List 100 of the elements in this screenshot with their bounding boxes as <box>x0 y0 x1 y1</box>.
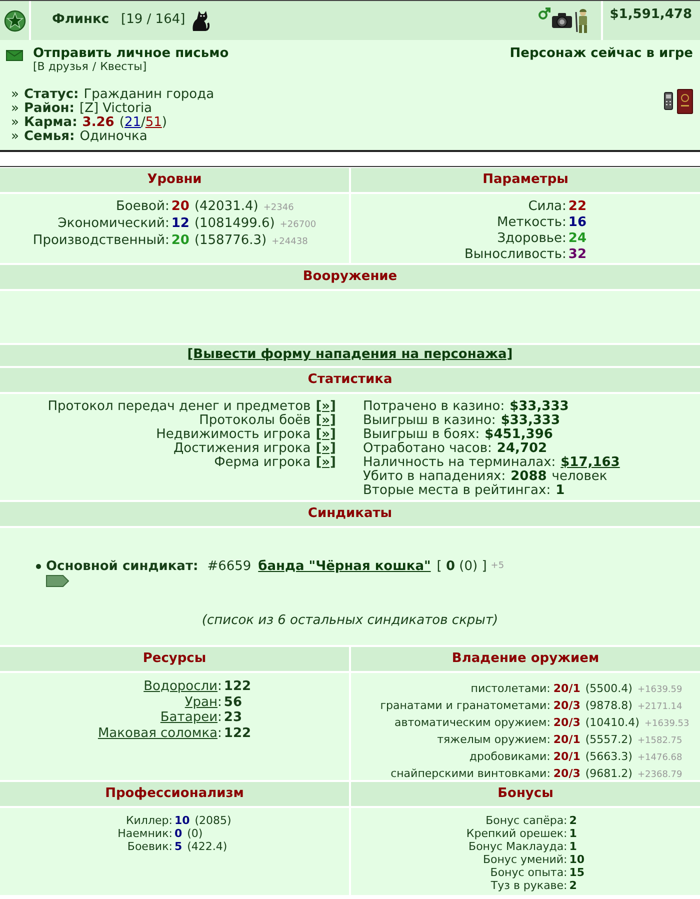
resource-link[interactable]: Маковая соломка <box>98 726 218 740</box>
stat-label: Наличность на терминалах: <box>363 456 556 470</box>
resource-amount: 122 <box>224 726 252 741</box>
bonus-label: Бонус Маклауда: <box>468 840 568 853</box>
punctuation-text: / <box>140 116 146 130</box>
profession-level: 10 <box>174 814 190 827</box>
profession-level: 5 <box>174 840 182 853</box>
gain-text: +2368.79 <box>637 769 682 782</box>
gain-text: +24438 <box>272 236 308 249</box>
points-text: (10410.4) <box>585 715 640 731</box>
colon-text: : <box>218 726 222 740</box>
points-text: (158776.3) <box>194 233 267 249</box>
stat-label: Экономический: <box>56 216 170 233</box>
stat-label: Убито в нападениях: <box>363 470 506 484</box>
section-header: Синдикаты <box>0 502 700 526</box>
resource-link[interactable]: Батареи <box>160 710 218 725</box>
bracket-text: [ <box>33 61 38 73</box>
stat-value: 24 <box>568 231 586 247</box>
member-count-text: [ 0 (0) ] <box>436 559 487 574</box>
colon-text: : <box>218 679 222 694</box>
stat-value: 2088 <box>510 470 547 484</box>
colon-text: : <box>218 694 222 710</box>
field-label: Район: <box>24 102 74 116</box>
protocol-label: Достижения игрока <box>174 441 311 456</box>
field-value: Одиночка <box>80 130 148 144</box>
section-header: Вооружение <box>0 265 700 289</box>
points-text: (5663.3) <box>585 749 632 765</box>
protocol-label: Ферма игрока <box>214 455 311 470</box>
gain-text: +5 <box>490 560 504 573</box>
field-label: Карма: <box>24 116 78 130</box>
section-header: Бонусы <box>351 782 700 806</box>
resource-link[interactable]: Водоросли <box>144 679 218 694</box>
details-link[interactable]: [»] <box>316 427 336 442</box>
details-link[interactable]: [»] <box>316 413 336 428</box>
resource-link[interactable]: Уран <box>184 694 218 710</box>
stat-value: $33,333 <box>500 414 560 428</box>
weapon-label: гранатами и гранатометами: <box>379 698 552 714</box>
syndicate-link[interactable]: банда "Чёрная кошка" <box>258 559 431 574</box>
section-header: Уровни <box>0 168 349 192</box>
resource-amount: 23 <box>224 710 242 726</box>
points-text: (1081499.6) <box>194 216 275 232</box>
stat-label: Производственный: <box>32 233 170 250</box>
weapon-label: тяжелым оружием: <box>436 732 552 748</box>
points-text: (42031.4) <box>194 199 258 215</box>
points-text: (5557.2) <box>585 732 632 748</box>
stat-value-link[interactable]: $17,163 <box>560 456 620 470</box>
protocol-label: Недвижимость игрока <box>156 427 311 442</box>
bonus-label: Бонус сапёра: <box>484 814 568 827</box>
mobile-phone-icon <box>664 92 673 110</box>
points-text: (9681.2) <box>585 766 632 782</box>
points-text: (9878.8) <box>585 698 632 714</box>
bonus-label: Туз в рукаве: <box>490 879 568 892</box>
quick-link[interactable]: В друзья <box>37 61 88 73</box>
profession-label: Наемник: <box>118 827 172 840</box>
cat-icon <box>190 10 210 32</box>
weapon-label: снайперскими винтовками: <box>390 766 552 782</box>
bonus-value: 2 <box>569 879 577 892</box>
points-text: (422.4) <box>187 840 228 853</box>
gain-text: +1476.68 <box>637 752 682 765</box>
vote-link[interactable]: 51 <box>145 116 162 130</box>
envelope-icon <box>6 50 23 61</box>
attack-form-link[interactable]: [Вывести форму нападения на персонажа] <box>187 348 513 363</box>
punctuation-text: ) <box>162 116 167 130</box>
field-label: Статус: <box>24 88 79 102</box>
profession-level: 0 <box>174 827 182 840</box>
stat-value: 1 <box>556 484 565 498</box>
stat-value: 22 <box>568 199 586 215</box>
list-marker: » <box>11 116 19 130</box>
tag-icon <box>46 575 69 587</box>
stat-value: 12 <box>171 216 190 232</box>
vote-link[interactable]: 21 <box>124 116 141 130</box>
bonus-value: 10 <box>569 853 585 866</box>
field-label: Семья: <box>24 130 75 144</box>
bonus-label: Бонус опыта: <box>489 866 568 879</box>
stat-label: Вторые места в рейтингах: <box>363 484 551 498</box>
karma-value: 3.26 <box>82 116 114 130</box>
resource-amount: 56 <box>224 694 242 710</box>
online-status: Персонаж сейчас в игре <box>510 46 693 61</box>
stat-label: Здоровье: <box>496 231 566 247</box>
protocol-label: Протокол передач денег и предметов <box>48 399 311 414</box>
details-link[interactable]: [»] <box>316 399 336 414</box>
stat-label: Выносливость: <box>464 247 566 263</box>
profession-label: Боевик: <box>126 840 172 853</box>
weapon-level: 20/3 <box>553 698 580 714</box>
gain-text: +2346 <box>263 202 294 215</box>
bonus-value: 1 <box>569 840 577 853</box>
section-header: Профессионализм <box>0 782 349 806</box>
stat-value: 32 <box>568 247 586 263</box>
stat-label: Выигрыш в казино: <box>363 414 496 428</box>
profession-label: Киллер: <box>124 814 172 827</box>
protocol-label: Протоколы боёв <box>199 413 311 428</box>
details-link[interactable]: [»] <box>316 441 336 456</box>
quick-link[interactable]: Квесты <box>100 61 142 73</box>
bonus-label: Крепкий орешек: <box>466 827 568 840</box>
send-message-link[interactable]: Отправить личное письмо <box>33 46 229 61</box>
bonus-value: 1 <box>569 827 577 840</box>
syndicate-number: #6659 <box>207 559 252 574</box>
points-text: (5500.4) <box>585 681 632 697</box>
details-link[interactable]: [»] <box>316 455 336 470</box>
stat-label: Боевой: <box>115 199 170 216</box>
